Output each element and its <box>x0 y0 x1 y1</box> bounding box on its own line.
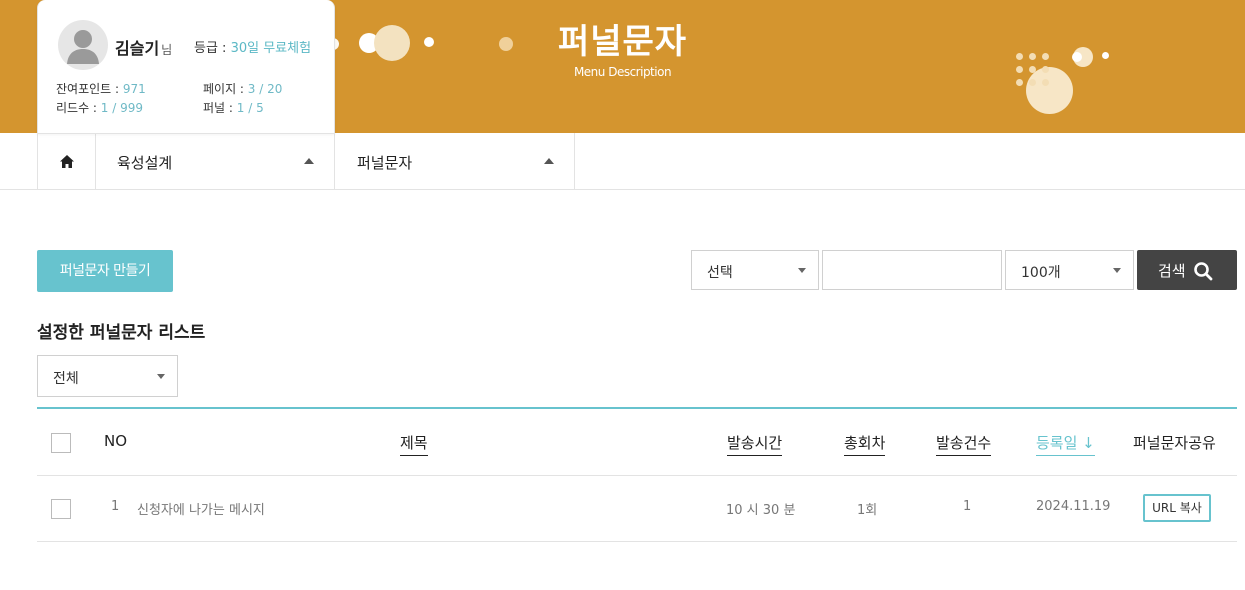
copy-url-button[interactable]: URL 복사 <box>1143 494 1211 522</box>
home-icon <box>59 154 74 168</box>
row-rounds: 1회 <box>857 503 878 518</box>
user-grade: 등급 : 30일 무료체험 <box>194 41 312 56</box>
user-name: 김슬기 님 <box>115 39 173 58</box>
select-all-checkbox[interactable] <box>51 433 71 453</box>
column-header-send-time[interactable]: 발송시간 <box>727 432 783 456</box>
row-date: 2024.11.19 <box>1036 499 1111 514</box>
row-no: 1 <box>111 499 120 514</box>
user-avatar-icon <box>58 20 108 70</box>
search-input[interactable] <box>822 250 1002 290</box>
column-header-share: 퍼널문자공유 <box>1133 434 1216 452</box>
nav-item-growth-design[interactable]: 육성설계 <box>94 133 335 189</box>
column-header-count[interactable]: 발송건수 <box>936 432 992 456</box>
row-count: 1 <box>963 499 972 514</box>
row-title[interactable]: 신청자에 나가는 메시지 <box>137 499 265 518</box>
search-button[interactable]: 검색 <box>1137 250 1237 290</box>
nav-item-label: 퍼널문자 <box>357 154 413 172</box>
column-header-no: NO <box>104 432 128 450</box>
column-header-rounds[interactable]: 총회차 <box>844 432 886 456</box>
decor-dot <box>1042 79 1049 86</box>
column-header-title[interactable]: 제목 <box>400 432 428 456</box>
chevron-down-icon <box>1113 268 1121 273</box>
funnels-stat: 퍼널 : 1 / 5 <box>203 101 264 115</box>
list-title: 설정한 퍼널문자 리스트 <box>37 323 206 343</box>
decor-dot <box>1029 79 1036 86</box>
chevron-down-icon <box>798 268 806 273</box>
column-header-date[interactable]: 등록일 ↓ <box>1036 432 1095 456</box>
nav-item-funnel-sms[interactable]: 퍼널문자 <box>334 133 575 189</box>
table-header-divider <box>37 475 1237 476</box>
search-field-select[interactable]: 선택 <box>691 250 819 290</box>
row-send-time: 10 시 30 분 <box>726 503 796 518</box>
profile-card: 김슬기 님 등급 : 30일 무료체험 잔여포인트 : 971 페이지 : 3 /… <box>37 0 335 134</box>
page-size-select[interactable]: 100개 <box>1005 250 1134 290</box>
caret-up-icon <box>544 158 554 164</box>
category-select[interactable]: 전체 <box>37 355 178 397</box>
search-icon <box>1194 262 1213 281</box>
table-top-border <box>37 407 1237 409</box>
chevron-down-icon <box>157 374 165 379</box>
home-button[interactable] <box>37 133 96 189</box>
pages-stat: 페이지 : 3 / 20 <box>203 82 283 96</box>
points-stat: 잔여포인트 : 971 <box>56 82 146 96</box>
caret-up-icon <box>304 158 314 164</box>
breadcrumb-nav: 육성설계 퍼널문자 <box>0 133 1245 190</box>
decor-dot <box>1016 79 1023 86</box>
row-checkbox[interactable] <box>51 499 71 519</box>
leads-stat: 리드수 : 1 / 999 <box>56 101 144 115</box>
create-funnel-sms-button[interactable]: 퍼널문자 만들기 <box>37 250 173 292</box>
table-row-divider <box>37 541 1237 542</box>
nav-item-label: 육성설계 <box>117 154 173 172</box>
